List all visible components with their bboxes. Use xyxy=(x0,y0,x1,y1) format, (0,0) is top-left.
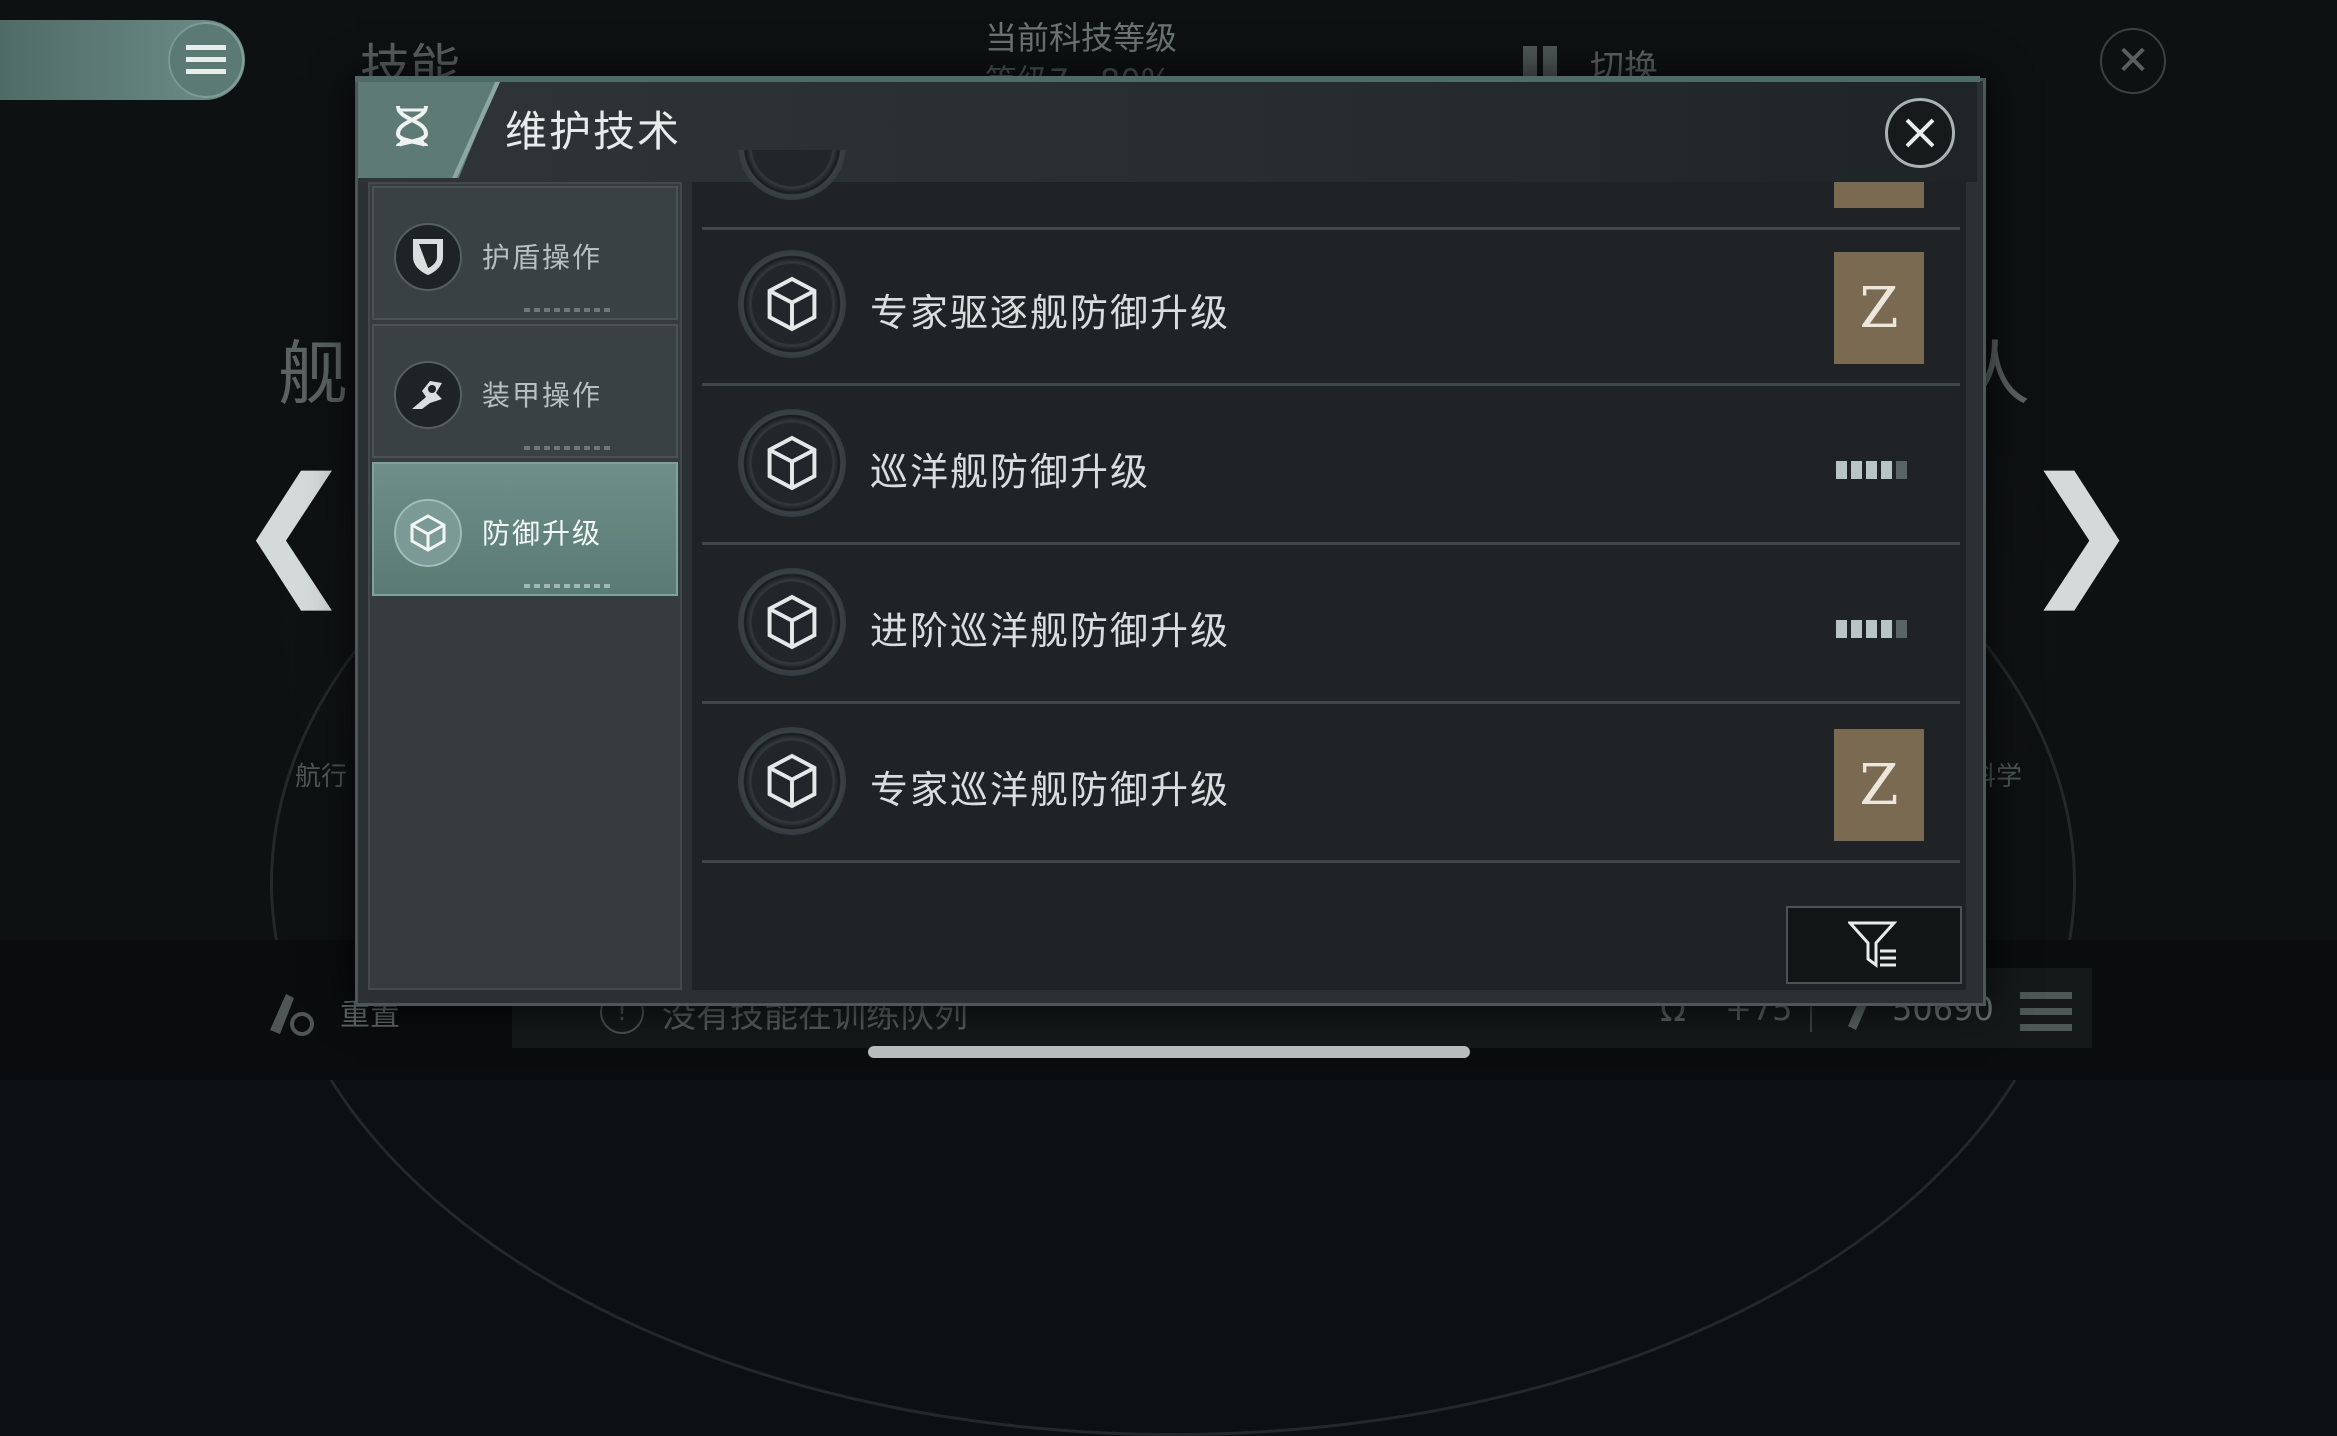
sidebar-item-shield-ops[interactable]: 护盾操作 xyxy=(372,186,678,320)
level-pip xyxy=(1836,461,1847,479)
skill-level-progress xyxy=(1836,461,1907,479)
tech-level-label: 当前科技等级 xyxy=(985,19,1178,57)
modal-close-button[interactable] xyxy=(1885,98,1955,168)
filter-icon xyxy=(1848,921,1898,968)
background-nav-text: 航行 xyxy=(295,762,348,792)
skill-name: 进阶巡洋舰防御升级 xyxy=(870,609,1231,653)
sidebar-item-progress-dots xyxy=(524,584,614,588)
close-icon xyxy=(1905,118,1935,148)
menu-button[interactable] xyxy=(170,24,242,96)
level-pip xyxy=(1896,461,1907,479)
skill-name: 专家巡洋舰防御升级 xyxy=(870,768,1231,812)
sidebar-item-label: 装甲操作 xyxy=(482,379,603,412)
cube-icon xyxy=(738,250,846,358)
level-pip xyxy=(1896,620,1907,638)
level-pip xyxy=(1851,620,1862,638)
sidebar-item-label: 护盾操作 xyxy=(482,241,603,274)
level-pip xyxy=(1836,620,1847,638)
cube-icon xyxy=(738,727,846,835)
level-pip xyxy=(1881,461,1892,479)
level-pip xyxy=(1866,461,1877,479)
partial-skill-row[interactable] xyxy=(702,182,1960,230)
cube-icon xyxy=(738,568,846,676)
locked-z-badge: Z xyxy=(1834,729,1924,841)
skill-row[interactable]: 巡洋舰防御升级 xyxy=(702,389,1960,545)
dna-icon xyxy=(384,98,440,154)
skill-level-progress xyxy=(1836,620,1907,638)
level-pip xyxy=(1866,620,1877,638)
close-icon: ✕ xyxy=(2116,38,2150,84)
background-ship-text: 舰 xyxy=(278,333,348,415)
modal-title: 维护技术 xyxy=(505,107,682,156)
hamburger-icon xyxy=(186,45,226,74)
skill-name: 专家驱逐舰防御升级 xyxy=(870,291,1231,335)
skill-name: 巡洋舰防御升级 xyxy=(870,450,1151,494)
sidebar-item-label: 防御升级 xyxy=(482,517,603,550)
cube-icon xyxy=(394,499,462,567)
armor-wrench-icon xyxy=(394,361,462,429)
skill-row[interactable]: 专家巡洋舰防御升级 Z xyxy=(702,707,1960,863)
level-pip xyxy=(1881,620,1892,638)
sidebar-item-defense-upgrade[interactable]: 防御升级 xyxy=(372,462,678,596)
partial-row-badge xyxy=(1834,182,1924,208)
cube-icon xyxy=(738,409,846,517)
list-icon[interactable] xyxy=(2020,992,2072,1032)
shield-icon xyxy=(394,223,462,291)
home-indicator[interactable] xyxy=(868,1046,1470,1058)
background-close-button[interactable]: ✕ xyxy=(2100,28,2166,94)
sidebar-item-progress-dots xyxy=(524,446,614,450)
level-pip xyxy=(1851,461,1862,479)
skill-row[interactable]: 进阶巡洋舰防御升级 xyxy=(702,548,1960,704)
sidebar-item-progress-dots xyxy=(524,308,614,312)
sidebar-item-armor-ops[interactable]: 装甲操作 xyxy=(372,324,678,458)
filter-button[interactable] xyxy=(1786,906,1962,984)
next-arrow-button[interactable]: ❯ xyxy=(2022,460,2139,600)
skill-row[interactable]: 专家驱逐舰防御升级 Z xyxy=(702,230,1960,386)
reset-icon[interactable] xyxy=(258,980,318,1040)
locked-z-badge: Z xyxy=(1834,252,1924,364)
previous-arrow-button[interactable]: ❮ xyxy=(236,460,353,600)
